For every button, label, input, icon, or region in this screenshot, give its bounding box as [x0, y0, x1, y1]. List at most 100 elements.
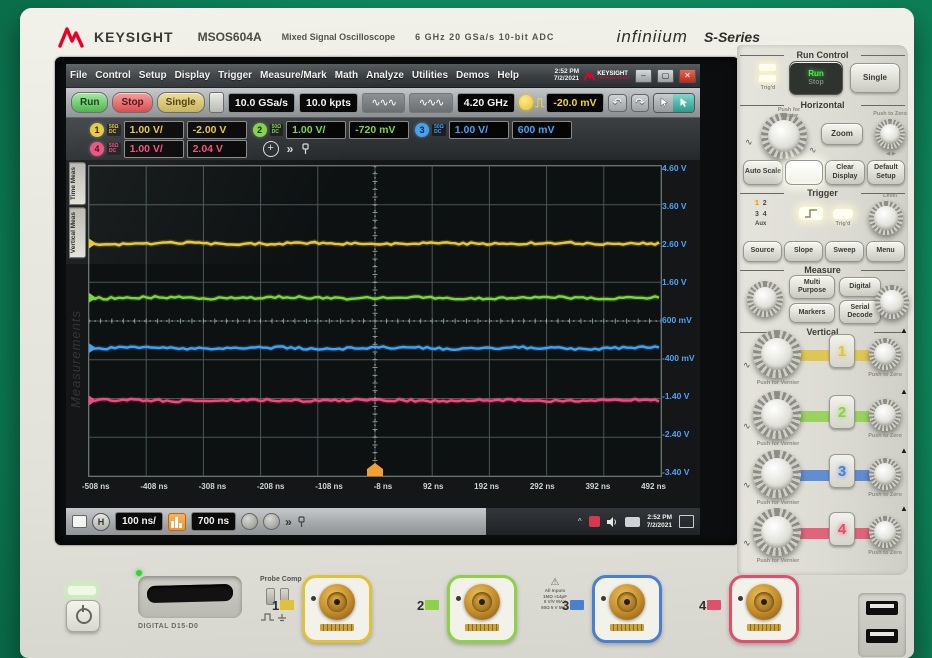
- channel-4-ground-marker[interactable]: [89, 395, 96, 405]
- channel-2-scale-knob[interactable]: [753, 391, 801, 439]
- channel-3-badge[interactable]: 3: [415, 123, 429, 137]
- minimize-button[interactable]: –: [635, 69, 652, 83]
- channel-2-scale[interactable]: 1.00 V/: [286, 121, 346, 139]
- channel-2-offset-knob[interactable]: [869, 399, 901, 431]
- speaker-icon[interactable]: [607, 517, 618, 527]
- channel-2-badge[interactable]: 2: [253, 123, 267, 137]
- trigger-src-4[interactable]: 4: [763, 211, 767, 218]
- channel-3-controls[interactable]: 350ΩDC1.00 V/600 mV: [415, 121, 572, 139]
- waveform-intensity-button[interactable]: ∿∿∿: [409, 93, 452, 113]
- channel-4-offset-knob[interactable]: [869, 516, 901, 548]
- zoom-button[interactable]: Zoom: [821, 123, 863, 145]
- channel-4-scale-knob[interactable]: [753, 508, 801, 556]
- menu-item-setup[interactable]: Setup: [139, 70, 167, 81]
- channel-1-scale-knob[interactable]: [753, 330, 801, 378]
- sample-rate-box[interactable]: 10.0 GSa/s: [228, 93, 295, 113]
- single-button[interactable]: Single: [157, 92, 205, 113]
- add-waveform-button[interactable]: +: [263, 141, 279, 157]
- clear-display-button[interactable]: Clear Display: [825, 160, 865, 185]
- channel-2-controls[interactable]: 250ΩDC1.00 V/-720 mV: [253, 121, 410, 139]
- pin-icon[interactable]: [297, 516, 306, 528]
- tab-vertical-measurements[interactable]: Vertical Meas: [69, 207, 86, 258]
- channel-4-enable-button[interactable]: 4: [829, 512, 855, 546]
- close-button[interactable]: ✕: [679, 69, 696, 83]
- default-setup-button[interactable]: Default Setup: [867, 160, 905, 185]
- mouse-mode-icon[interactable]: [654, 94, 673, 112]
- menu-item-measure-mark[interactable]: Measure/Mark: [260, 70, 327, 81]
- horizontal-menu-button[interactable]: H: [92, 513, 110, 531]
- trigger-src-3[interactable]: 3: [755, 211, 759, 218]
- touch-button[interactable]: [785, 160, 823, 185]
- window-icon[interactable]: [72, 515, 87, 528]
- acquisition-mode-button[interactable]: [209, 92, 224, 113]
- channel-1-offset[interactable]: -2.00 V: [187, 121, 247, 139]
- channel-3-offset[interactable]: 600 mV: [512, 121, 572, 139]
- channel-1-enable-button[interactable]: 1: [829, 334, 855, 368]
- menu-item-file[interactable]: File: [70, 70, 87, 81]
- channel-3-enable-button[interactable]: 3: [829, 454, 855, 488]
- channel-2-offset[interactable]: -720 mV: [349, 121, 409, 139]
- auto-scale-button[interactable]: Auto Scale: [743, 160, 783, 185]
- toolbar-expand-chevron[interactable]: »: [285, 515, 292, 529]
- maximize-button[interactable]: ▢: [657, 69, 674, 83]
- taskbar-clock[interactable]: 2:52 PM 7/2/2021: [647, 514, 672, 530]
- channel-1-offset-knob[interactable]: [869, 338, 901, 370]
- memory-depth-box[interactable]: 10.0 kpts: [299, 93, 358, 113]
- single-button-panel[interactable]: Single: [850, 63, 900, 93]
- menu-item-display[interactable]: Display: [175, 70, 211, 81]
- timebase-box[interactable]: 100 ns/: [115, 512, 163, 531]
- menu-item-utilities[interactable]: Utilities: [412, 70, 448, 81]
- channel-4-scale[interactable]: 1.00 V/: [124, 140, 184, 158]
- trigger-src-2[interactable]: 2: [763, 200, 767, 207]
- keyboard-icon[interactable]: [625, 517, 640, 527]
- trigger-menu-button[interactable]: Menu: [866, 241, 905, 262]
- trigger-slope-button[interactable]: Slope: [784, 241, 823, 262]
- channel-3-scale[interactable]: 1.00 V/: [449, 121, 509, 139]
- menu-item-math[interactable]: Math: [335, 70, 358, 81]
- markers-button[interactable]: Markers: [789, 303, 835, 323]
- touch-toggle[interactable]: [653, 93, 695, 113]
- measure-select-knob[interactable]: [875, 285, 909, 319]
- multi-purpose-button[interactable]: Multi Purpose: [789, 275, 835, 299]
- undo-button[interactable]: ↶: [608, 94, 627, 112]
- redo-button[interactable]: ↷: [631, 94, 650, 112]
- trigger-level-box[interactable]: -20.0 mV: [546, 93, 603, 113]
- expand-chevron[interactable]: »: [287, 142, 294, 156]
- menu-item-help[interactable]: Help: [497, 70, 519, 81]
- channel-4-offset[interactable]: 2.04 V: [187, 140, 247, 158]
- channel-2-enable-button[interactable]: 2: [829, 395, 855, 429]
- trigger-level-knob[interactable]: [869, 201, 903, 235]
- tab-time-measurements[interactable]: Time Meas: [69, 162, 86, 205]
- cursors-knob[interactable]: [747, 281, 783, 317]
- delay-box[interactable]: 700 ns: [191, 512, 236, 531]
- channel-1-badge[interactable]: 1: [90, 123, 104, 137]
- stop-button[interactable]: Stop: [112, 92, 152, 113]
- horizontal-scale-knob[interactable]: [761, 113, 807, 159]
- histogram-icon[interactable]: [168, 513, 186, 531]
- run-stop-button[interactable]: Run Stop: [789, 61, 843, 95]
- channel-3-offset-knob[interactable]: [869, 458, 901, 490]
- waveform-style-button[interactable]: ∿∿∿: [362, 93, 405, 113]
- marker-tool-icon[interactable]: [263, 513, 280, 530]
- show-desktop-icon[interactable]: [679, 515, 694, 528]
- channel-1-scale[interactable]: 1.00 V/: [124, 121, 184, 139]
- touch-mode-icon[interactable]: [673, 94, 694, 112]
- trigger-source-indicator[interactable]: [519, 95, 533, 110]
- trigger-source-button[interactable]: Source: [743, 241, 782, 262]
- waveform-grid[interactable]: [88, 165, 662, 477]
- horizontal-delay-knob[interactable]: [875, 119, 905, 149]
- channel-3-ground-marker[interactable]: [89, 343, 96, 353]
- channel-1-ground-marker[interactable]: [89, 239, 96, 249]
- menu-item-analyze[interactable]: Analyze: [366, 70, 404, 81]
- channel-1-controls[interactable]: 150ΩDC1.00 V/-2.00 V: [90, 121, 247, 139]
- menu-item-demos[interactable]: Demos: [456, 70, 489, 81]
- trigger-src-aux[interactable]: Aux: [755, 220, 767, 229]
- run-button[interactable]: Run: [71, 92, 108, 113]
- trigger-time-marker[interactable]: [367, 463, 383, 476]
- digital-button[interactable]: Digital: [839, 277, 881, 297]
- menu-item-trigger[interactable]: Trigger: [218, 70, 252, 81]
- trigger-src-1[interactable]: 1: [755, 200, 759, 207]
- tray-app-icon[interactable]: [589, 516, 600, 527]
- tray-expand-caret[interactable]: ^: [578, 517, 582, 526]
- channel-4-controls[interactable]: 450ΩDC1.00 V/2.04 V: [90, 140, 247, 158]
